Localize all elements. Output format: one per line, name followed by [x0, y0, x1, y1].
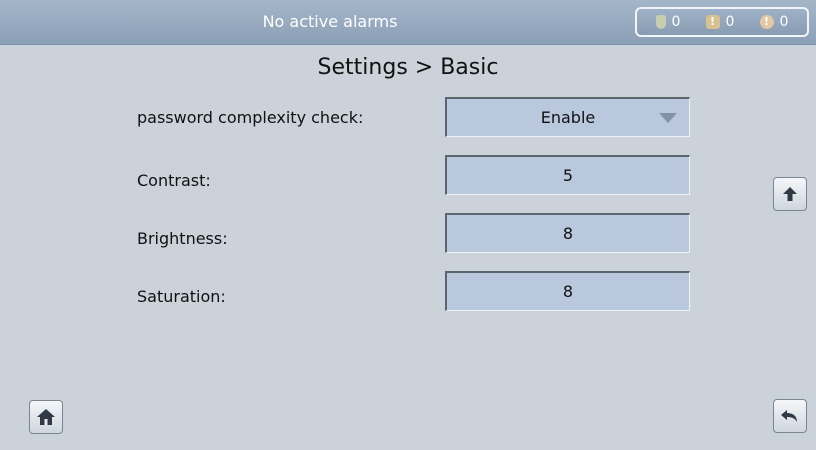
- saturation-value: 8: [562, 282, 574, 301]
- password-complexity-label: password complexity check:: [137, 108, 364, 127]
- contrast-label: Contrast:: [137, 171, 211, 190]
- major-alarm-icon: !: [705, 15, 720, 29]
- back-icon: [781, 410, 797, 422]
- brightness-label: Brightness:: [137, 229, 228, 248]
- home-icon: [37, 409, 55, 425]
- up-arrow-icon: [783, 187, 797, 201]
- scroll-up-button[interactable]: [773, 177, 807, 211]
- brightness-value: 8: [562, 224, 574, 243]
- saturation-field[interactable]: 8: [445, 271, 690, 311]
- alarm-summary[interactable]: 0 ! 0 ! 0: [635, 7, 809, 37]
- chevron-down-icon: [659, 113, 677, 123]
- critical-alarm-count: 0: [779, 14, 789, 30]
- alarm-status-text: No active alarms: [262, 12, 398, 31]
- critical-alarm-indicator: ! 0: [759, 14, 789, 30]
- home-button[interactable]: [29, 400, 63, 434]
- saturation-label: Saturation:: [137, 287, 226, 306]
- page-title: Settings > Basic: [317, 55, 499, 80]
- contrast-value: 5: [562, 166, 574, 185]
- critical-alarm-icon: !: [759, 15, 774, 29]
- brightness-field[interactable]: 8: [445, 213, 690, 253]
- major-alarm-count: 0: [725, 14, 735, 30]
- minor-alarm-indicator: 0: [655, 14, 681, 30]
- major-alarm-indicator: ! 0: [705, 14, 735, 30]
- password-complexity-dropdown[interactable]: Enable: [445, 97, 690, 137]
- contrast-field[interactable]: 5: [445, 155, 690, 195]
- password-complexity-value: Enable: [540, 108, 596, 127]
- status-bar: No active alarms 0 ! 0 ! 0: [0, 0, 816, 45]
- back-button[interactable]: [773, 399, 807, 433]
- minor-alarm-count: 0: [671, 14, 681, 30]
- minor-alarm-icon: [655, 15, 666, 29]
